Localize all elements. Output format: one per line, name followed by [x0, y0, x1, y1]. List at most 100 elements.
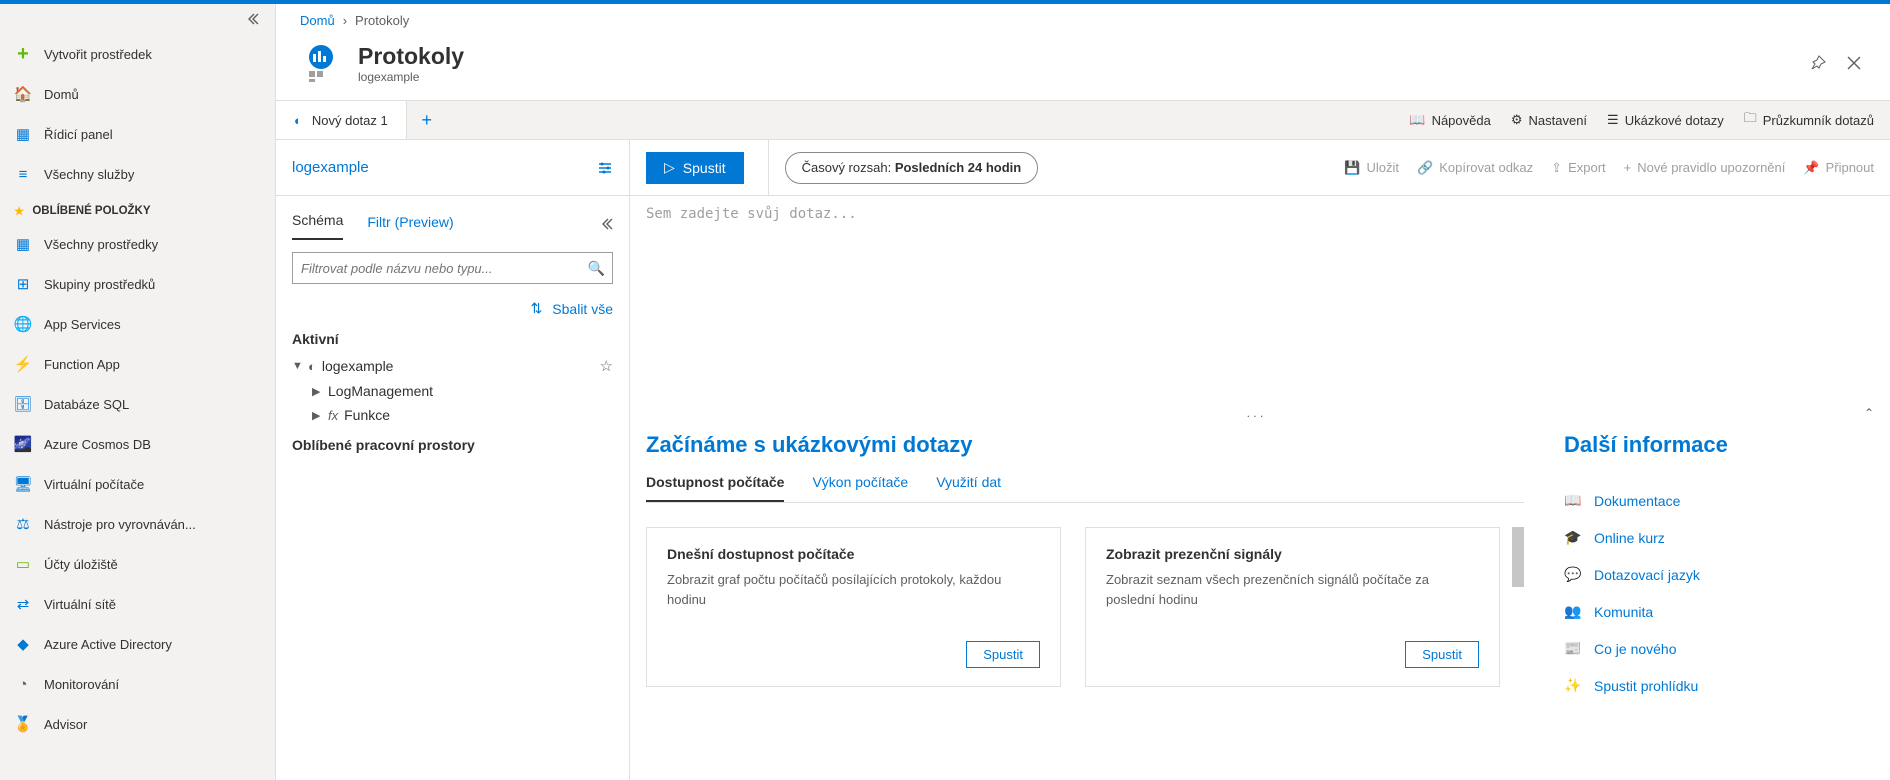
caret-down-icon: ▼ — [292, 360, 302, 372]
schema-filter-input[interactable] — [292, 252, 613, 284]
settings-button[interactable]: ⚙Nastavení — [1511, 112, 1587, 128]
schema-panel: logexample Schéma Filtr (Preview) 🔍 — [276, 140, 630, 780]
add-query-tab-button[interactable]: + — [407, 101, 447, 139]
resource-icon — [300, 42, 342, 84]
dashboard-nav[interactable]: ▦ Řídicí panel — [0, 114, 275, 154]
pin-icon: 📌 — [1803, 160, 1819, 176]
sidebar-item-aad[interactable]: ◆Azure Active Directory — [0, 624, 275, 664]
schema-settings-button[interactable] — [597, 160, 613, 176]
sample-card-availability-today: Dnešní dostupnost počítače Zobrazit graf… — [646, 527, 1061, 687]
monitor-icon: ◔ — [14, 675, 32, 693]
copy-link-button[interactable]: 🔗Kopírovat odkaz — [1417, 160, 1533, 176]
sidebar-item-all-resources[interactable]: ▦Všechny prostředky — [0, 224, 275, 264]
sidebar-item-vm[interactable]: 🖥Virtuální počítače — [0, 464, 275, 504]
more-info-course-link[interactable]: 🎓Online kurz — [1564, 519, 1874, 556]
close-blade-button[interactable] — [1842, 51, 1866, 75]
sample-card-run-button[interactable]: Spustit — [1405, 641, 1479, 668]
more-info-docs-link[interactable]: 📖Dokumentace — [1564, 482, 1874, 519]
save-icon: 💾 — [1344, 160, 1360, 176]
sample-card-run-button[interactable]: Spustit — [966, 641, 1040, 668]
query-tab-1[interactable]: ◐ Nový dotaz 1 — [276, 101, 407, 139]
home-nav[interactable]: 🏠 Domů — [0, 74, 275, 114]
schema-active-label: Aktivní — [276, 325, 629, 353]
all-services-nav[interactable]: ≡ Všechny služby — [0, 154, 275, 194]
sidebar-item-function-app[interactable]: ⚡Function App — [0, 344, 275, 384]
all-services-label: Všechny služby — [44, 167, 134, 182]
query-tab-icon: ◐ — [294, 113, 302, 128]
plus-icon: + — [1624, 160, 1632, 175]
samples-tab-data-usage[interactable]: Využití dat — [936, 474, 1001, 502]
schema-tree-logmgmt[interactable]: ▶ LogManagement — [276, 379, 629, 403]
favorite-workspaces-label: Oblíbené pracovní prostory — [276, 427, 629, 463]
create-resource-label: Vytvořit prostředek — [44, 47, 152, 62]
more-info-tour-link[interactable]: ✨Spustit prohlídku — [1564, 667, 1874, 704]
pin-query-button[interactable]: 📌Připnout — [1803, 160, 1874, 176]
query-panel: ▷ Spustit Časový rozsah: Posledních 24 h… — [630, 140, 1890, 780]
schema-tree-root[interactable]: ▼ ◐ logexample ☆ — [276, 353, 629, 379]
samples-tab-perf[interactable]: Výkon počítače — [812, 474, 908, 502]
collapse-all-button[interactable]: Sbalit vše — [552, 301, 613, 317]
sort-icon[interactable]: ⇅ — [531, 300, 543, 317]
news-icon: 📰 — [1564, 640, 1582, 657]
results-ellipsis-icon[interactable]: . . . — [646, 406, 1864, 420]
sidebar-item-resource-groups[interactable]: ⊞Skupiny prostředků — [0, 264, 275, 304]
favorites-section-header: ★ Oblíbené položky — [0, 194, 275, 224]
query-editor[interactable]: Sem zadejte svůj dotaz... — [630, 196, 1890, 406]
graduation-icon: 🎓 — [1564, 529, 1582, 546]
schema-tab-schema[interactable]: Schéma — [292, 212, 343, 240]
chat-icon: 💬 — [1564, 566, 1582, 583]
sidebar-item-cosmos[interactable]: 🌌Azure Cosmos DB — [0, 424, 275, 464]
sample-queries-button[interactable]: ☰Ukázkové dotazy — [1607, 112, 1724, 128]
favorite-star-icon[interactable]: ☆ — [600, 357, 613, 375]
pin-header-button[interactable] — [1806, 51, 1830, 75]
sidebar-item-advisor[interactable]: 🏅Advisor — [0, 704, 275, 744]
more-info-community-link[interactable]: 👥Komunita — [1564, 593, 1874, 630]
sql-icon: 🗄 — [14, 395, 32, 413]
scrollbar-thumb[interactable] — [1512, 527, 1524, 587]
samples-title: Začínáme s ukázkovými dotazy — [646, 432, 1524, 458]
create-resource-button[interactable]: + Vytvořit prostředek — [0, 34, 275, 74]
caret-right-icon: ▶ — [312, 409, 322, 422]
more-info-whatsnew-link[interactable]: 📰Co je nového — [1564, 630, 1874, 667]
sample-card-desc: Zobrazit graf počtu počítačů posílajícíc… — [667, 570, 1040, 609]
collapse-results-icon[interactable]: ⌃ — [1864, 406, 1874, 420]
breadcrumb: Domů › Protokoly — [276, 4, 1890, 36]
chevron-right-icon: › — [343, 13, 347, 28]
sidebar-collapse-button[interactable] — [0, 4, 275, 34]
home-icon: 🏠 — [14, 85, 32, 103]
sidebar-item-monitor[interactable]: ◔Monitorování — [0, 664, 275, 704]
breadcrumb-current: Protokoly — [355, 13, 409, 28]
new-alert-rule-button[interactable]: +Nové pravidlo upozornění — [1624, 160, 1786, 175]
samples-tab-availability[interactable]: Dostupnost počítače — [646, 474, 784, 502]
link-icon: 🔗 — [1417, 160, 1433, 176]
wand-icon: ✨ — [1564, 677, 1582, 694]
time-range-picker[interactable]: Časový rozsah: Posledních 24 hodin — [785, 152, 1039, 184]
sidebar-item-sql[interactable]: 🗄Databáze SQL — [0, 384, 275, 424]
dashboard-nav-label: Řídicí panel — [44, 127, 113, 142]
export-button[interactable]: ⇪Export — [1551, 160, 1605, 176]
sidebar-item-load-balancer[interactable]: ⚖Nástroje pro vyrovnáván... — [0, 504, 275, 544]
fx-icon: fx — [328, 408, 338, 423]
schema-tree-functions[interactable]: ▶ fx Funkce — [276, 403, 629, 427]
breadcrumb-home-link[interactable]: Domů — [300, 13, 335, 28]
lb-icon: ⚖ — [14, 515, 32, 533]
advisor-icon: 🏅 — [14, 715, 32, 733]
function-icon: ⚡ — [14, 355, 32, 373]
schema-tab-filter[interactable]: Filtr (Preview) — [367, 214, 453, 240]
save-query-button[interactable]: 💾Uložit — [1344, 160, 1399, 176]
gear-icon: ⚙ — [1511, 112, 1523, 128]
more-info-query-lang-link[interactable]: 💬Dotazovací jazyk — [1564, 556, 1874, 593]
list-icon: ≡ — [14, 165, 32, 183]
schema-collapse-button[interactable] — [601, 218, 613, 240]
sidebar-item-storage[interactable]: ▭Účty úložiště — [0, 544, 275, 584]
vm-icon: 🖥 — [14, 475, 32, 493]
sample-card-desc: Zobrazit seznam všech prezenčních signál… — [1106, 570, 1479, 609]
sidebar-item-vnet[interactable]: ⇄Virtuální sítě — [0, 584, 275, 624]
query-explorer-button[interactable]: 🗀Průzkumník dotazů — [1744, 109, 1874, 131]
sidebar-item-app-services[interactable]: 🌐App Services — [0, 304, 275, 344]
storage-icon: ▭ — [14, 555, 32, 573]
workspace-scope-link[interactable]: logexample — [292, 159, 369, 176]
run-query-button[interactable]: ▷ Spustit — [646, 152, 744, 184]
folder-icon: 🗀 — [1744, 109, 1757, 131]
help-button[interactable]: 📖Nápověda — [1409, 112, 1490, 128]
